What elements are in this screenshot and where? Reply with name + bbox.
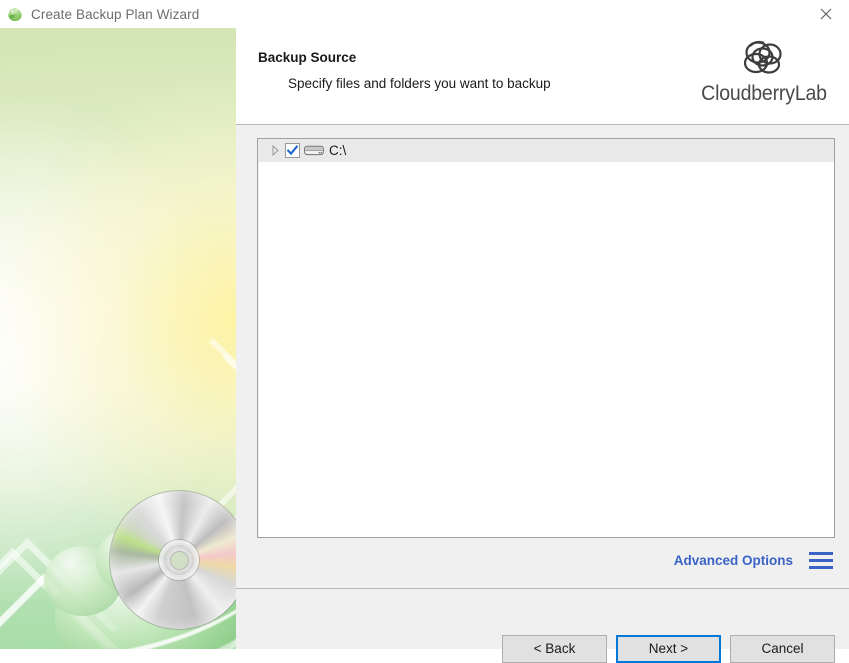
wizard-decorative-panel bbox=[0, 28, 236, 649]
advanced-options-link[interactable]: Advanced Options bbox=[674, 553, 793, 568]
backup-source-tree[interactable]: C:\ bbox=[257, 138, 835, 538]
drive-icon bbox=[304, 143, 324, 158]
close-icon[interactable] bbox=[803, 0, 849, 28]
chevron-right-icon[interactable] bbox=[268, 143, 283, 158]
tree-row[interactable]: C:\ bbox=[258, 139, 834, 162]
decorative-swoosh bbox=[0, 472, 236, 649]
cloudberrylab-logo: CloudberryLab bbox=[693, 36, 835, 106]
page-subtitle: Specify files and folders you want to ba… bbox=[288, 76, 551, 91]
hamburger-menu-icon[interactable] bbox=[809, 551, 833, 569]
tree-item-checkbox[interactable] bbox=[285, 143, 300, 158]
tree-item-label: C:\ bbox=[329, 143, 347, 158]
cloudberry-logo-icon bbox=[693, 36, 835, 84]
advanced-options-row[interactable]: Advanced Options bbox=[674, 548, 833, 572]
cancel-button[interactable]: Cancel bbox=[730, 635, 835, 663]
next-button[interactable]: Next > bbox=[616, 635, 721, 663]
wizard-header: Backup Source Specify files and folders … bbox=[236, 28, 849, 125]
back-button[interactable]: < Back bbox=[502, 635, 607, 663]
cloudberry-green-icon bbox=[7, 6, 23, 22]
logo-wordmark: CloudberryLab bbox=[701, 82, 827, 105]
wizard-content-pane: Backup Source Specify files and folders … bbox=[236, 28, 849, 663]
wizard-footer: < Back Next > Cancel bbox=[236, 589, 849, 663]
title-bar: Create Backup Plan Wizard bbox=[0, 0, 849, 28]
page-title: Backup Source bbox=[258, 50, 357, 65]
footer-button-row: < Back Next > Cancel bbox=[502, 635, 835, 663]
create-backup-plan-wizard-window: Create Backup Plan Wizard Backup Source … bbox=[0, 0, 849, 663]
window-title: Create Backup Plan Wizard bbox=[31, 6, 200, 22]
